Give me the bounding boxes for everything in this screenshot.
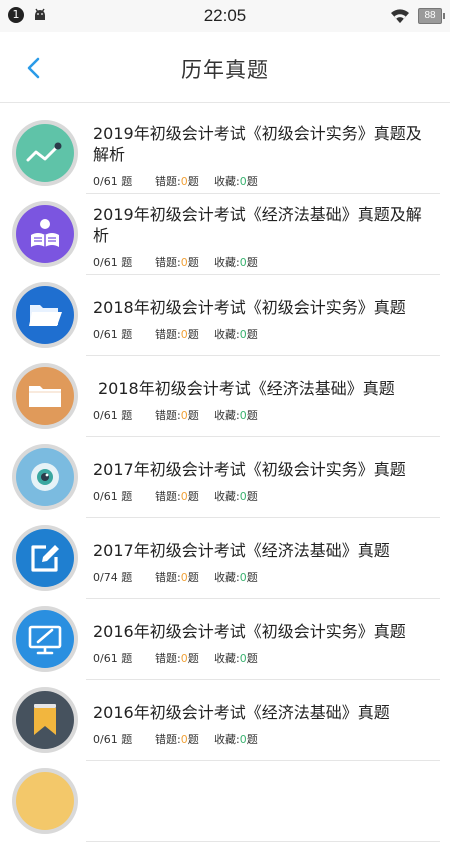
item-icon-ring <box>12 363 78 429</box>
item-title: 2017年初级会计考试《经济法基础》真题 <box>93 541 390 560</box>
item-wrong: 错题:0题 <box>155 733 199 746</box>
item-fav: 收藏:0题 <box>214 652 258 665</box>
list-item-partial[interactable] <box>0 761 450 842</box>
status-time: 22:05 <box>203 6 247 25</box>
list-item[interactable]: 2018年初级会计考试《初级会计实务》真题 0/61 题 错题:0题 收藏:0题 <box>0 275 450 356</box>
item-icon-ring <box>12 201 78 267</box>
item-icon-ring <box>12 282 78 348</box>
wifi-icon <box>391 9 409 23</box>
eye-icon <box>16 448 74 506</box>
item-stats: 0/61 题 错题:0题 收藏:0题 <box>93 326 258 342</box>
item-progress: 0/74 题 <box>93 571 133 584</box>
item-icon <box>16 772 74 830</box>
item-progress: 0/61 题 <box>93 175 133 188</box>
item-title: 2018年初级会计考试《经济法基础》真题 <box>98 379 395 398</box>
exam-list: 2019年初级会计考试《初级会计实务》真题及解析 0/61 题 错题:0题 收藏… <box>0 113 450 842</box>
item-stats: 0/61 题 错题:0题 收藏:0题 <box>93 731 258 747</box>
item-fav: 收藏:0题 <box>214 328 258 341</box>
item-title: 2018年初级会计考试《初级会计实务》真题 <box>93 298 406 317</box>
item-fav: 收藏:0题 <box>214 571 258 584</box>
bookmark-icon <box>16 691 74 749</box>
item-wrong: 错题:0题 <box>155 256 199 269</box>
reader-icon <box>16 205 74 263</box>
item-title: 2019年初级会计考试《初级会计实务》真题及解析 <box>93 124 422 164</box>
list-item[interactable]: 2016年初级会计考试《初级会计实务》真题 0/61 题 错题:0题 收藏:0题 <box>0 599 450 680</box>
list-item[interactable]: 2017年初级会计考试《经济法基础》真题 0/74 题 错题:0题 收藏:0题 <box>0 518 450 599</box>
item-wrong: 错题:0题 <box>155 175 199 188</box>
item-icon-ring <box>12 606 78 672</box>
battery-icon: 88 <box>418 8 445 24</box>
item-stats: 0/61 题 错题:0题 收藏:0题 <box>93 173 258 189</box>
item-fav: 收藏:0题 <box>214 175 258 188</box>
status-right: 88 <box>390 8 445 24</box>
list-item[interactable]: 2019年初级会计考试《经济法基础》真题及解析 0/61 题 错题:0题 收藏:… <box>0 194 450 275</box>
item-icon-ring <box>12 525 78 591</box>
item-progress: 0/61 题 <box>93 328 133 341</box>
item-wrong: 错题:0题 <box>155 409 199 422</box>
list-item[interactable]: 2019年初级会计考试《初级会计实务》真题及解析 0/61 题 错题:0题 收藏… <box>0 113 450 194</box>
item-title: 2016年初级会计考试《经济法基础》真题 <box>93 703 390 722</box>
monitor-edit-icon <box>16 610 74 668</box>
item-icon-ring <box>12 120 78 186</box>
item-progress: 0/61 题 <box>93 652 133 665</box>
folder-icon <box>16 367 74 425</box>
edit-icon <box>16 529 74 587</box>
page-title: 历年真题 <box>181 58 269 82</box>
list-item[interactable]: 2016年初级会计考试《经济法基础》真题 0/61 题 错题:0题 收藏:0题 <box>0 680 450 761</box>
item-wrong: 错题:0题 <box>155 328 199 341</box>
item-fav: 收藏:0题 <box>214 409 258 422</box>
item-fav: 收藏:0题 <box>214 733 258 746</box>
item-icon-ring <box>12 687 78 753</box>
item-fav: 收藏:0题 <box>214 256 258 269</box>
list-item[interactable]: 2018年初级会计考试《经济法基础》真题 0/61 题 错题:0题 收藏:0题 <box>0 356 450 437</box>
item-progress: 0/61 题 <box>93 256 133 269</box>
status-bar: 1 22:05 88 <box>0 0 450 32</box>
item-stats: 0/61 题 错题:0题 收藏:0题 <box>93 650 258 666</box>
list-item[interactable]: 2017年初级会计考试《初级会计实务》真题 0/61 题 错题:0题 收藏:0题 <box>0 437 450 518</box>
item-stats: 0/61 题 错题:0题 收藏:0题 <box>93 254 258 270</box>
item-progress: 0/61 题 <box>93 409 133 422</box>
item-icon-ring <box>12 444 78 510</box>
item-title: 2017年初级会计考试《初级会计实务》真题 <box>93 460 406 479</box>
header: 历年真题 <box>0 32 450 103</box>
line-chart-icon <box>16 124 74 182</box>
item-stats: 0/74 题 错题:0题 收藏:0题 <box>93 569 258 585</box>
item-fav: 收藏:0题 <box>214 490 258 503</box>
item-wrong: 错题:0题 <box>155 571 199 584</box>
folder-open-icon <box>16 286 74 344</box>
item-stats: 0/61 题 错题:0题 收藏:0题 <box>93 488 258 504</box>
item-wrong: 错题:0题 <box>155 652 199 665</box>
item-stats: 0/61 题 错题:0题 收藏:0题 <box>93 407 258 423</box>
item-progress: 0/61 题 <box>93 733 133 746</box>
item-progress: 0/61 题 <box>93 490 133 503</box>
item-wrong: 错题:0题 <box>155 490 199 503</box>
item-title: 2016年初级会计考试《初级会计实务》真题 <box>93 622 406 641</box>
item-title: 2019年初级会计考试《经济法基础》真题及解析 <box>93 205 422 245</box>
item-icon-ring <box>12 768 78 834</box>
